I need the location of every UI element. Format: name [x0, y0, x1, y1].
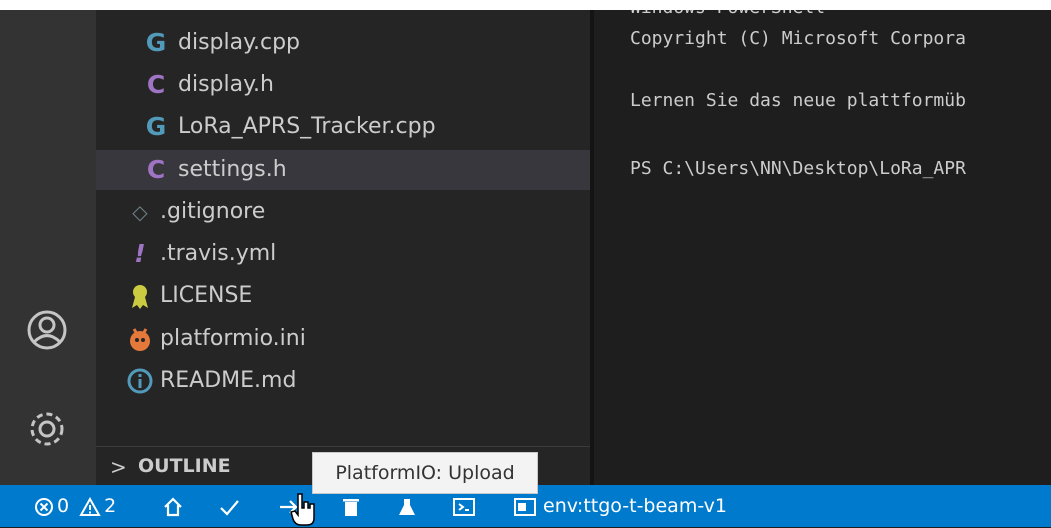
upload-tooltip: PlatformIO: Upload — [312, 452, 538, 494]
account-icon[interactable] — [24, 307, 70, 353]
explorer-sidebar: G display.cpp C display.h G LoRa_APRS_Tr… — [96, 10, 590, 485]
error-icon — [35, 497, 53, 516]
terminal-panel[interactable]: Windows PowerShell Copyright (C) Microso… — [594, 10, 1051, 485]
c-header-file-icon: C — [146, 155, 166, 184]
outline-label: OUTLINE — [138, 455, 231, 477]
readme-info-icon — [126, 367, 154, 395]
file-item-readme-md[interactable]: README.md — [96, 361, 590, 401]
file-item-settings-h[interactable]: C settings.h — [96, 150, 590, 190]
environment-label: env:ttgo-t-beam-v1 — [543, 495, 728, 517]
gitignore-file-icon: ◇ — [132, 200, 148, 224]
file-label: LICENSE — [160, 283, 253, 308]
terminal-icon — [514, 497, 536, 516]
problems-indicator[interactable]: 0 2 — [34, 485, 116, 527]
build-check-icon[interactable] — [218, 485, 240, 527]
file-item-display-h[interactable]: C display.h — [96, 65, 590, 105]
error-count: 0 — [57, 495, 70, 517]
file-label: .gitignore — [160, 199, 266, 224]
activity-bar — [0, 10, 96, 485]
yaml-file-icon: ! — [134, 239, 146, 268]
file-label: display.h — [178, 72, 274, 97]
home-icon[interactable] — [162, 485, 184, 527]
terminal-line: PS C:\Users\NN\Desktop\LoRa_APR — [630, 158, 966, 179]
warning-count: 2 — [104, 495, 117, 517]
file-label: LoRa_APRS_Tracker.cpp — [178, 114, 436, 139]
cpp-file-icon: G — [145, 112, 167, 141]
license-file-icon — [126, 282, 154, 310]
platformio-file-icon — [126, 325, 154, 353]
window-top-edge — [0, 0, 1051, 10]
file-label: settings.h — [178, 157, 287, 182]
environment-selector[interactable]: env:ttgo-t-beam-v1 — [513, 485, 727, 527]
cpp-file-icon: G — [145, 28, 167, 57]
file-label: README.md — [160, 368, 297, 393]
file-item-travis-yml[interactable]: ! .travis.yml — [96, 234, 590, 274]
c-header-file-icon: C — [146, 70, 166, 99]
file-item-display-cpp[interactable]: G display.cpp — [96, 23, 590, 63]
file-item-lora-aprs-tracker-cpp[interactable]: G LoRa_APRS_Tracker.cpp — [96, 107, 590, 147]
file-item-platformio-ini[interactable]: platformio.ini — [96, 319, 590, 359]
file-item-gitignore[interactable]: ◇ .gitignore — [96, 192, 590, 232]
terminal-line: Windows PowerShell — [630, 10, 825, 18]
file-label: display.cpp — [178, 30, 300, 55]
file-item-license[interactable]: LICENSE — [96, 276, 590, 316]
file-label: platformio.ini — [160, 326, 306, 351]
warning-icon — [79, 496, 101, 516]
chevron-right-icon: > — [110, 455, 127, 479]
settings-gear-icon[interactable] — [24, 406, 70, 452]
file-label: .travis.yml — [160, 241, 277, 266]
terminal-line: Lernen Sie das neue plattformüb — [630, 90, 966, 111]
terminal-line: Copyright (C) Microsoft Corpora — [630, 28, 966, 49]
